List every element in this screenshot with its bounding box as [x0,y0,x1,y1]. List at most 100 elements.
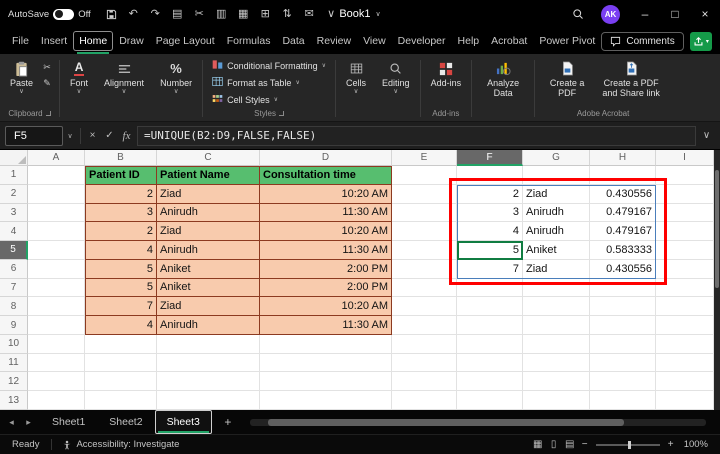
cell-A2[interactable] [28,185,85,204]
cell-G12[interactable] [523,372,590,391]
cell-A13[interactable] [28,391,85,410]
ribbon-tab-review[interactable]: Review [311,31,357,51]
cut-icon[interactable]: ✂ [40,61,54,73]
cell-G10[interactable] [523,335,590,354]
cell-E7[interactable] [392,279,457,298]
column-header-B[interactable]: B [85,150,157,166]
row-header-4[interactable]: 4 [0,222,28,241]
ribbon-tab-acrobat[interactable]: Acrobat [485,31,533,51]
cell-H8[interactable] [590,297,656,316]
dialog-launcher-icon[interactable] [46,111,51,116]
row-header-12[interactable]: 12 [0,372,28,391]
cell-A10[interactable] [28,335,85,354]
cell-A5[interactable] [28,241,85,260]
cell-A11[interactable] [28,354,85,373]
font-button[interactable]: A Font ∨ [65,57,93,97]
cell-E4[interactable] [392,222,457,241]
horizontal-scrollbar[interactable] [250,419,706,426]
accessibility-button[interactable]: Accessibility: Investigate [52,439,189,450]
ribbon-tab-help[interactable]: Help [452,31,486,51]
ribbon-tab-insert[interactable]: Insert [35,31,73,51]
row-header-10[interactable]: 10 [0,335,28,354]
cut-icon[interactable]: ✂ [193,7,206,22]
cell-E5[interactable] [392,241,457,260]
cell-H5[interactable]: 0.583333 [590,241,656,260]
cell-A8[interactable] [28,297,85,316]
cell-I2[interactable] [656,185,714,204]
cell-H3[interactable]: 0.479167 [590,204,656,223]
cell-F11[interactable] [457,354,523,373]
name-box[interactable]: F5 [5,126,63,146]
zoom-slider-thumb[interactable] [628,441,631,449]
cell-A7[interactable] [28,279,85,298]
cell-H12[interactable] [590,372,656,391]
cell-F13[interactable] [457,391,523,410]
horizontal-scrollbar-thumb[interactable] [268,419,624,426]
comments-button[interactable]: Comments [601,32,683,51]
cell-I7[interactable] [656,279,714,298]
number-button[interactable]: % Number ∨ [155,57,197,97]
cell-D2[interactable]: 10:20 AM [260,185,392,204]
column-header-E[interactable]: E [392,150,457,166]
cell-A4[interactable] [28,222,85,241]
cell-F7[interactable] [457,279,523,298]
column-header-D[interactable]: D [260,150,392,166]
name-box-dropdown-icon[interactable]: ∨ [63,132,77,140]
cell-D9[interactable]: 11:30 AM [260,316,392,335]
cell-I6[interactable] [656,260,714,279]
cell-E13[interactable] [392,391,457,410]
ribbon-tab-power-pivot[interactable]: Power Pivot [533,31,601,51]
cell-G3[interactable]: Anirudh [523,204,590,223]
editing-button[interactable]: Editing ∨ [377,57,415,97]
cell-G13[interactable] [523,391,590,410]
search-icon[interactable] [565,8,591,20]
ribbon-tab-home[interactable]: Home [73,31,113,51]
format-painter-icon[interactable]: ✎ [40,77,54,89]
cell-C11[interactable] [157,354,260,373]
cell-B13[interactable] [85,391,157,410]
cell-C9[interactable]: Anirudh [157,316,260,335]
cell-I5[interactable] [656,241,714,260]
cell-F1[interactable] [457,166,523,185]
cancel-button[interactable]: × [84,127,101,145]
row-header-8[interactable]: 8 [0,297,28,316]
cell-D3[interactable]: 11:30 AM [260,204,392,223]
cell-C3[interactable]: Anirudh [157,204,260,223]
ribbon-tab-formulas[interactable]: Formulas [221,31,277,51]
zoom-out-button[interactable]: − [578,439,592,450]
format-as-table-button[interactable]: Format as Table ∨ [208,74,330,91]
column-header-C[interactable]: C [157,150,260,166]
cell-A9[interactable] [28,316,85,335]
create-pdf-button[interactable]: Create a PDF [540,57,594,100]
cell-F12[interactable] [457,372,523,391]
cell-B5[interactable]: 4 [85,241,157,260]
cell-B12[interactable] [85,372,157,391]
cell-D12[interactable] [260,372,392,391]
cell-H10[interactable] [590,335,656,354]
cell-G4[interactable]: Anirudh [523,222,590,241]
cell-B2[interactable]: 2 [85,185,157,204]
cell-G5[interactable]: Aniket [523,241,590,260]
cell-C5[interactable]: Anirudh [157,241,260,260]
cell-B9[interactable]: 4 [85,316,157,335]
cell-G1[interactable] [523,166,590,185]
column-header-F[interactable]: F [457,150,523,166]
row-header-7[interactable]: 7 [0,279,28,298]
page-break-view-button[interactable]: ▤ [562,439,578,450]
normal-view-button[interactable]: ▦ [530,439,546,450]
cell-D1[interactable]: Consultation time [260,166,392,185]
cell-F9[interactable] [457,316,523,335]
sheet-tab-sheet3[interactable]: Sheet3 [155,410,212,434]
cell-C6[interactable]: Aniket [157,260,260,279]
workbook-title[interactable]: Book1 ∨ [339,8,380,20]
close-button[interactable]: × [690,0,720,28]
cell-C2[interactable]: Ziad [157,185,260,204]
row-header-6[interactable]: 6 [0,260,28,279]
row-header-5[interactable]: 5 [0,241,28,260]
cells-button[interactable]: Cells ∨ [341,57,371,97]
row-header-11[interactable]: 11 [0,354,28,373]
cell-E11[interactable] [392,354,457,373]
cell-D10[interactable] [260,335,392,354]
new-sheet-button[interactable]: + [218,415,238,429]
cell-C13[interactable] [157,391,260,410]
